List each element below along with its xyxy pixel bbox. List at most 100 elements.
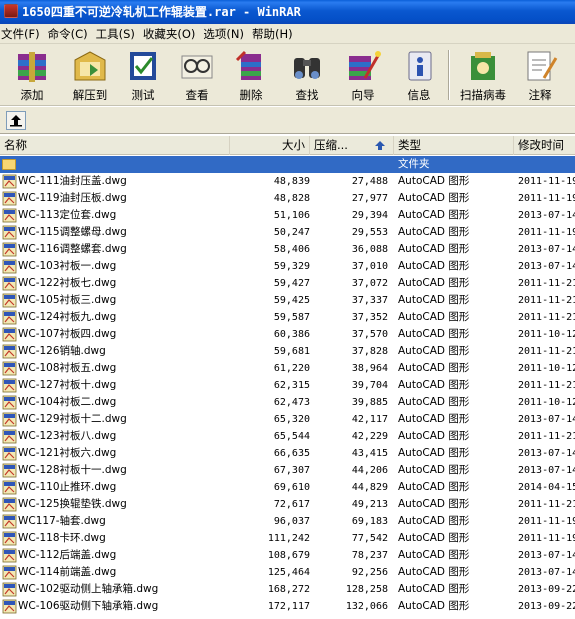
file-size: 72,617: [273, 499, 310, 510]
file-name: WC-127衬板十.dwg: [18, 379, 117, 391]
dwg-file-icon: [2, 378, 17, 393]
file-name: WC117-轴套.dwg: [18, 515, 106, 527]
info-label: 信息: [407, 88, 431, 102]
file-compressed-size: 42,117: [351, 414, 388, 425]
file-compressed-size: 39,704: [351, 380, 388, 391]
file-modified: 2011-10-12: [518, 397, 575, 408]
file-row[interactable]: WC-102驱动侧上轴承箱.dwg 168,272 128,258 AutoCAD 图…: [0, 581, 575, 598]
file-type: AutoCAD 图形: [398, 294, 470, 306]
file-row[interactable]: WC-107衬板四.dwg 60,386 37,570 AutoCAD 图形 2011-…: [0, 326, 575, 343]
file-size: 111,242: [267, 533, 310, 544]
file-size: 59,427: [273, 278, 310, 289]
window-title: 1650四重不可逆冷轧机工作辊装置.rar - WinRAR: [22, 5, 301, 19]
column-type[interactable]: 类型: [394, 136, 514, 155]
file-row[interactable]: WC-108衬板五.dwg 61,220 38,964 AutoCAD 图形 2011-…: [0, 360, 575, 377]
dwg-file-icon: [2, 412, 17, 427]
column-size-label: 大小: [282, 138, 305, 152]
file-row[interactable]: WC-104衬板二.dwg 62,473 39,885 AutoCAD 图形 2011-…: [0, 394, 575, 411]
column-size[interactable]: 大小: [230, 136, 310, 155]
file-name: WC-129衬板十二.dwg: [18, 413, 127, 425]
file-row[interactable]: WC-125换辊垫铁.dwg 72,617 49,213 AutoCAD 图形 2011…: [0, 496, 575, 513]
file-row[interactable]: WC-119油封压板.dwg 48,828 27,977 AutoCAD 图形 2011…: [0, 190, 575, 207]
menu-file[interactable]: 文件(F): [0, 24, 47, 44]
column-type-label: 类型: [398, 138, 421, 152]
view-button[interactable]: 查看: [174, 46, 220, 104]
file-row[interactable]: WC-121衬板六.dwg 66,635 43,415 AutoCAD 图形 2013-…: [0, 445, 575, 462]
comment-button[interactable]: 注释: [518, 46, 562, 104]
file-row[interactable]: WC-114前端盖.dwg 125,464 92,256 AutoCAD 图形 2013…: [0, 564, 575, 581]
file-type: AutoCAD 图形: [398, 396, 470, 408]
file-compressed-size: 37,828: [351, 346, 388, 357]
menu-bar: 文件(F) 命令(C) 工具(S) 收藏夹(O) 选项(N) 帮助(H): [0, 24, 575, 44]
virus-scan-button[interactable]: 扫描病毒: [454, 46, 512, 104]
file-size: 168,272: [267, 584, 310, 595]
up-folder-button[interactable]: [6, 111, 26, 130]
file-row[interactable]: WC-128衬板十一.dwg 67,307 44,206 AutoCAD 图形 2013…: [0, 462, 575, 479]
file-size: 50,247: [273, 227, 310, 238]
column-name[interactable]: 名称: [0, 136, 230, 155]
info-button[interactable]: 信息: [396, 46, 442, 104]
wizard-button[interactable]: 向导: [338, 46, 388, 104]
column-compressed[interactable]: 压缩...: [310, 136, 394, 155]
file-row[interactable]: WC-105衬板三.dwg 59,425 37,337 AutoCAD 图形 2011-…: [0, 292, 575, 309]
extract-to-button[interactable]: 解压到: [64, 46, 116, 104]
find-button[interactable]: 查找: [284, 46, 330, 104]
delete-button[interactable]: 删除: [228, 46, 274, 104]
file-row[interactable]: WC117-轴套.dwg 96,037 69,183 AutoCAD 图形 2011-1…: [0, 513, 575, 530]
menu-options[interactable]: 选项(N): [202, 24, 251, 44]
file-compressed-size: 132,066: [345, 601, 388, 612]
file-row[interactable]: WC-116调整螺套.dwg 58,406 36,088 AutoCAD 图形 2013…: [0, 241, 575, 258]
delete-label: 删除: [239, 88, 263, 102]
test-button[interactable]: 测试: [120, 46, 166, 104]
file-row[interactable]: WC-110止推环.dwg 69,610 44,829 AutoCAD 图形 2014-…: [0, 479, 575, 496]
file-row[interactable]: WC-106驱动侧下轴承箱.dwg 172,117 132,066 AutoCAD 图…: [0, 598, 575, 615]
dwg-file-icon: [2, 480, 17, 495]
file-compressed-size: 39,885: [351, 397, 388, 408]
file-row[interactable]: WC-127衬板十.dwg 62,315 39,704 AutoCAD 图形 2011-…: [0, 377, 575, 394]
file-name: WC-122衬板七.dwg: [18, 277, 117, 289]
file-name: WC-126销轴.dwg: [18, 345, 106, 357]
file-row[interactable]: WC-122衬板七.dwg 59,427 37,072 AutoCAD 图形 2011-…: [0, 275, 575, 292]
file-row[interactable]: WC-124衬板九.dwg 59,587 37,352 AutoCAD 图形 2011-…: [0, 309, 575, 326]
file-list: 文件夹 WC-111油封压盖.dwg 48,839 27,488 AutoCAD 图形…: [0, 155, 575, 619]
file-type: AutoCAD 图形: [398, 464, 470, 476]
dwg-file-icon: [2, 395, 17, 410]
add-label: 添加: [20, 88, 44, 102]
dwg-file-icon: [2, 565, 17, 580]
file-size: 61,220: [273, 363, 310, 374]
file-compressed-size: 49,213: [351, 499, 388, 510]
menu-favorites[interactable]: 收藏夹(O): [142, 24, 203, 44]
file-row[interactable]: WC-113定位套.dwg 51,106 29,394 AutoCAD 图形 2013-…: [0, 207, 575, 224]
winrar-app-icon: [4, 4, 18, 18]
dwg-file-icon: [2, 344, 17, 359]
file-compressed-size: 29,394: [351, 210, 388, 221]
sort-ascending-icon: [375, 141, 385, 150]
file-modified: 2013-07-14: [518, 448, 575, 459]
file-compressed-size: 77,542: [351, 533, 388, 544]
file-size: 51,106: [273, 210, 310, 221]
file-size: 108,679: [267, 550, 310, 561]
file-row[interactable]: WC-111油封压盖.dwg 48,839 27,488 AutoCAD 图形 2011…: [0, 173, 575, 190]
file-row[interactable]: WC-112后端盖.dwg 108,679 78,237 AutoCAD 图形 2013…: [0, 547, 575, 564]
parent-folder-row[interactable]: 文件夹: [0, 156, 575, 173]
extract-to-label: 解压到: [72, 88, 108, 102]
file-type: AutoCAD 图形: [398, 430, 470, 442]
file-row[interactable]: WC-115调整螺母.dwg 50,247 29,553 AutoCAD 图形 2011…: [0, 224, 575, 241]
column-modified-label: 修改时间: [518, 138, 564, 152]
file-row[interactable]: WC-103衬板一.dwg 59,329 37,010 AutoCAD 图形 2013-…: [0, 258, 575, 275]
file-row[interactable]: WC-118卡环.dwg 111,242 77,542 AutoCAD 图形 2011-…: [0, 530, 575, 547]
add-button[interactable]: 添加: [8, 46, 56, 104]
menu-commands[interactable]: 命令(C): [47, 24, 95, 44]
file-size: 65,320: [273, 414, 310, 425]
file-name: WC-102驱动侧上轴承箱.dwg: [18, 583, 159, 595]
view-label: 查看: [185, 88, 209, 102]
dwg-file-icon: [2, 446, 17, 461]
column-modified[interactable]: 修改时间: [514, 136, 575, 155]
file-row[interactable]: WC-123衬板八.dwg 65,544 42,229 AutoCAD 图形 2011-…: [0, 428, 575, 445]
file-row[interactable]: WC-129衬板十二.dwg 65,320 42,117 AutoCAD 图形 2013…: [0, 411, 575, 428]
file-row[interactable]: WC-126销轴.dwg 59,681 37,828 AutoCAD 图形 2011-1…: [0, 343, 575, 360]
dwg-file-icon: [2, 531, 17, 546]
dwg-file-icon: [2, 327, 17, 342]
menu-help[interactable]: 帮助(H): [251, 24, 300, 44]
menu-tools[interactable]: 工具(S): [95, 24, 142, 44]
